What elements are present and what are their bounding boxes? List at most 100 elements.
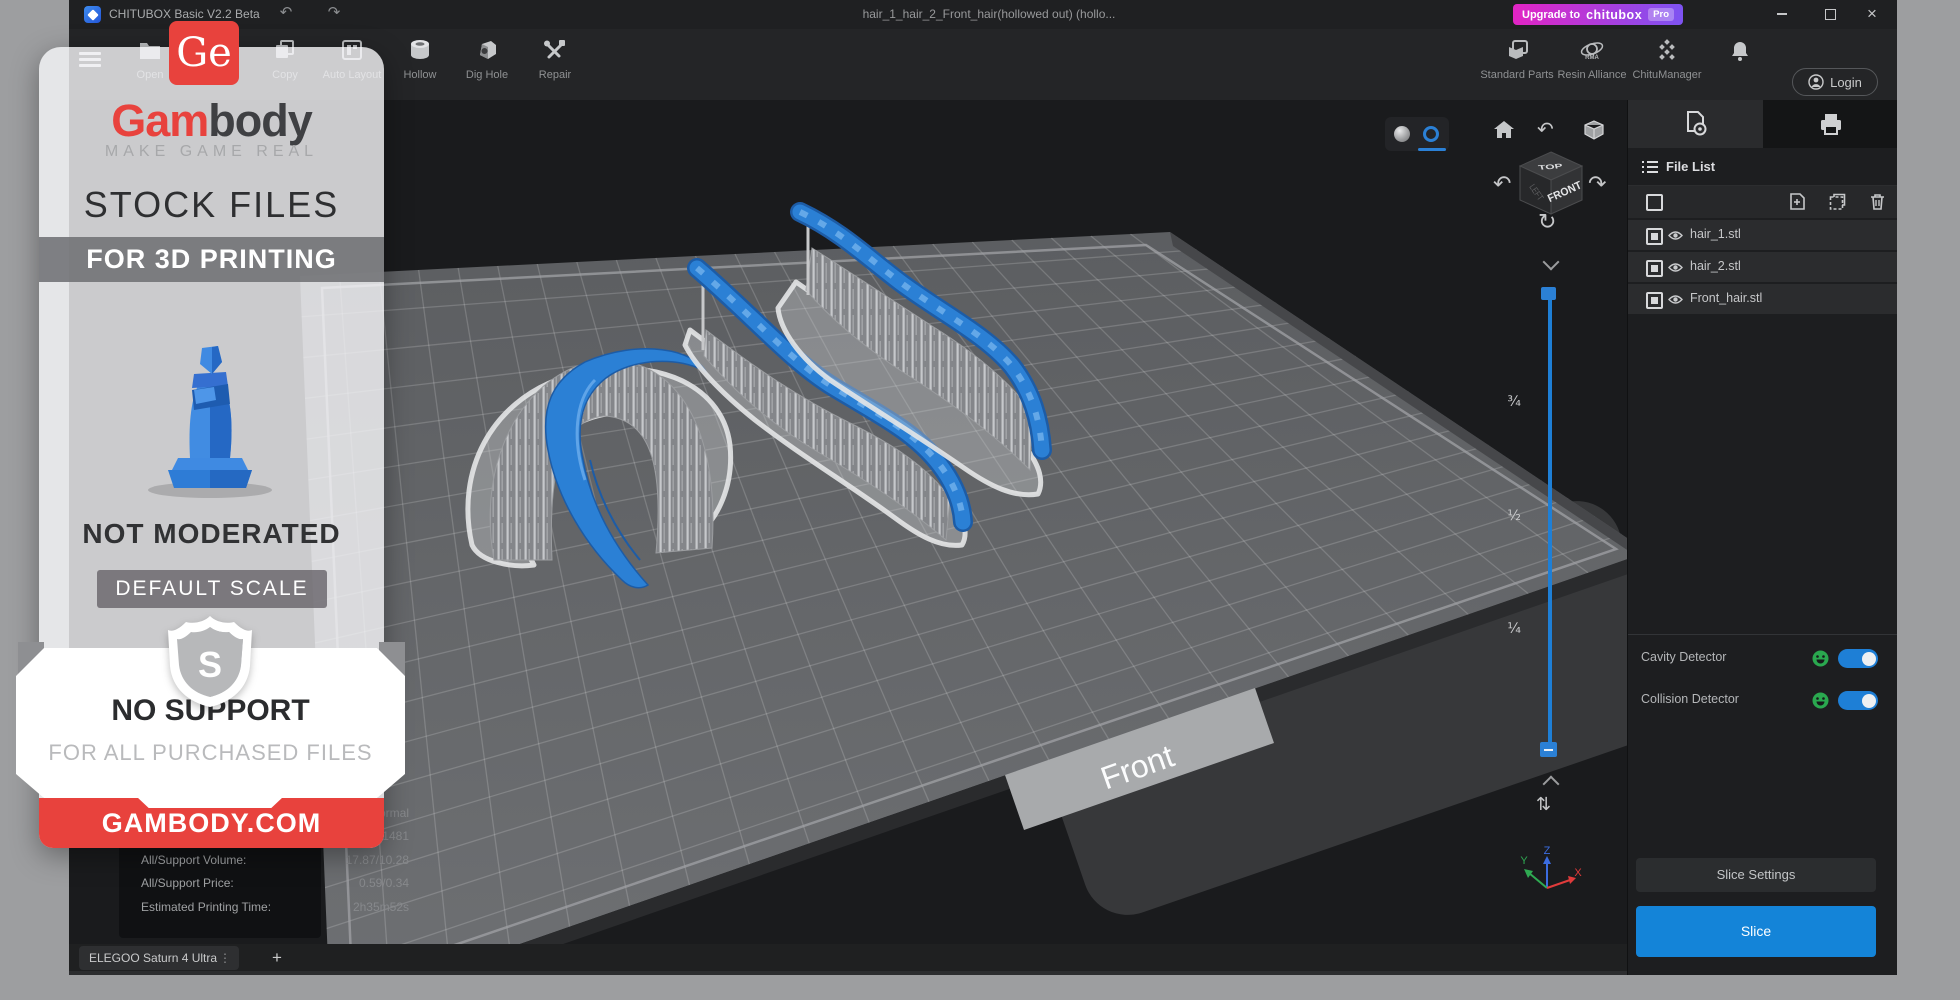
close-button[interactable]: × bbox=[1859, 4, 1885, 24]
cavity-detector-row: Cavity Detector bbox=[1628, 641, 1897, 675]
collision-ok-smiley-icon bbox=[1812, 692, 1829, 709]
file-row-hair-2[interactable]: hair_2.stl bbox=[1628, 252, 1897, 282]
file-checkbox[interactable] bbox=[1646, 292, 1663, 309]
shield-icon: S bbox=[166, 614, 254, 709]
fraction-three-quarters: ¾ bbox=[1495, 394, 1521, 410]
chitubox-brand: chitubox bbox=[1586, 8, 1642, 22]
gambody-watermark-card: Gambody MAKE GAME REAL STOCK FILES FOR 3… bbox=[39, 47, 384, 848]
bottom-divider bbox=[69, 971, 1897, 975]
slice-button[interactable]: Slice bbox=[1636, 906, 1876, 957]
collision-detector-row: Collision Detector bbox=[1628, 683, 1897, 717]
upgrade-to-pro-button[interactable]: Upgrade to chitubox Pro bbox=[1513, 4, 1683, 25]
default-scale-badge: DEFAULT SCALE bbox=[97, 570, 327, 608]
adjust-layers-icon[interactable]: ⇅ bbox=[1536, 794, 1551, 815]
repair-button[interactable]: Repair bbox=[517, 33, 593, 95]
orbit-right-icon[interactable]: ↷ bbox=[1588, 172, 1606, 197]
cavity-detector-toggle[interactable] bbox=[1838, 649, 1878, 668]
trash-icon[interactable] bbox=[1870, 193, 1885, 210]
home-view-button[interactable] bbox=[1493, 119, 1515, 146]
login-button[interactable]: Login bbox=[1792, 68, 1878, 96]
resin-alliance-icon: RMA bbox=[1579, 39, 1605, 61]
resin-alliance-button[interactable]: RMA Resin Alliance bbox=[1554, 33, 1630, 95]
standard-parts-button[interactable]: Standard Parts bbox=[1479, 33, 1555, 95]
dig-hole-icon bbox=[474, 39, 500, 61]
layer-slider-lower-handle[interactable] bbox=[1540, 742, 1557, 757]
file-checkbox[interactable] bbox=[1646, 228, 1663, 245]
collision-detector-toggle[interactable] bbox=[1838, 691, 1878, 710]
app-title: CHITUBOX Basic V2.2 Beta bbox=[109, 7, 260, 21]
axis-x-label: X bbox=[1574, 867, 1582, 879]
visibility-eye-icon[interactable] bbox=[1668, 262, 1683, 273]
fraction-half: ½ bbox=[1495, 508, 1521, 524]
home-icon bbox=[1493, 119, 1515, 141]
fraction-quarter: ¼ bbox=[1495, 621, 1521, 637]
stock-files-text: STOCK FILES bbox=[39, 184, 384, 226]
cube-icon bbox=[1583, 119, 1605, 141]
view-cube[interactable]: TOP FRONT LEFT bbox=[1515, 147, 1587, 219]
restore-button[interactable] bbox=[1817, 4, 1843, 24]
axis-y-label: Y bbox=[1520, 855, 1528, 867]
visibility-eye-icon[interactable] bbox=[1668, 294, 1683, 305]
arrange-icon[interactable] bbox=[1829, 193, 1846, 210]
gambody-brand: Gambody bbox=[39, 95, 384, 147]
dig-hole-button[interactable]: Dig Hole bbox=[449, 33, 525, 95]
file-checkbox[interactable] bbox=[1646, 260, 1663, 277]
standard-parts-icon bbox=[1505, 39, 1529, 61]
notifications-bell-icon[interactable] bbox=[1729, 40, 1751, 67]
undo-icon[interactable]: ↶ bbox=[274, 3, 298, 25]
svg-text:RMA: RMA bbox=[1585, 55, 1599, 61]
hollow-icon bbox=[407, 39, 433, 61]
chitumanager-button[interactable]: ChituManager bbox=[1629, 33, 1705, 95]
layer-slider-track[interactable] bbox=[1548, 292, 1552, 744]
file-row-hair-1[interactable]: hair_1.stl bbox=[1628, 220, 1897, 250]
solid-view-icon[interactable] bbox=[1394, 126, 1410, 142]
select-all-checkbox[interactable] bbox=[1646, 194, 1663, 211]
no-support-subtitle: FOR ALL PURCHASED FILES bbox=[16, 740, 405, 766]
redo-icon[interactable]: ↷ bbox=[322, 3, 346, 25]
file-row-front-hair[interactable]: Front_hair.stl bbox=[1628, 284, 1897, 314]
cavity-ok-smiley-icon bbox=[1812, 650, 1829, 667]
add-file-icon[interactable] bbox=[1789, 193, 1805, 210]
gambody-ge-logo: Ge bbox=[169, 21, 239, 85]
axis-z-label: Z bbox=[1544, 846, 1551, 857]
rotate-180-icon[interactable]: ↻ bbox=[1538, 210, 1556, 235]
title-bar: CHITUBOX Basic V2.2 Beta ↶ ↷ hair_1_hair… bbox=[69, 0, 1897, 29]
tab-file-settings[interactable] bbox=[1628, 100, 1763, 148]
right-panel: File List hair_1.stl hair_2.stl Front_ha… bbox=[1627, 100, 1897, 975]
shield-letter: S bbox=[198, 644, 222, 685]
banner-tab bbox=[137, 797, 283, 808]
add-printer-button[interactable]: + bbox=[265, 946, 289, 970]
slice-settings-button[interactable]: Slice Settings bbox=[1636, 858, 1876, 892]
stat-row-price: All/Support Price:0.59/0.34 bbox=[119, 872, 411, 894]
active-mode-underline bbox=[1418, 148, 1446, 151]
minimize-button[interactable] bbox=[1769, 4, 1795, 24]
file-settings-icon bbox=[1684, 111, 1708, 137]
upgrade-prefix: Upgrade to bbox=[1522, 9, 1580, 21]
panel-divider bbox=[1628, 634, 1897, 635]
list-icon bbox=[1642, 160, 1658, 174]
printer-options-icon[interactable]: ⋮ bbox=[219, 946, 231, 970]
gambody-tagline: MAKE GAME REAL bbox=[39, 143, 384, 161]
layer-slider-upper-handle[interactable] bbox=[1541, 287, 1556, 300]
tab-printer[interactable] bbox=[1763, 100, 1897, 148]
xray-view-icon[interactable] bbox=[1423, 126, 1439, 142]
statue-illustration bbox=[130, 320, 290, 500]
login-label: Login bbox=[1830, 75, 1862, 90]
printer-name: ELEGOO Saturn 4 Ultra bbox=[89, 951, 217, 965]
repair-icon bbox=[543, 39, 567, 61]
render-mode-toggle bbox=[1385, 117, 1449, 151]
file-list-title: File List bbox=[1666, 159, 1715, 174]
stat-row-time: Estimated Printing Time:2h35m52s bbox=[119, 896, 411, 918]
not-moderated-text: NOT MODERATED bbox=[39, 518, 384, 550]
rotate-view-ccw-button[interactable]: ↶ bbox=[1537, 117, 1554, 141]
visibility-eye-icon[interactable] bbox=[1668, 230, 1683, 241]
perspective-button[interactable] bbox=[1583, 119, 1605, 146]
axis-indicator: Z Y X bbox=[1518, 846, 1582, 898]
printer-tab[interactable]: ELEGOO Saturn 4 Ultra ⋮ bbox=[79, 946, 239, 970]
document-title: hair_1_hair_2_Front_hair(hollowed out) (… bbox=[669, 7, 1309, 21]
hollow-button[interactable]: Hollow bbox=[382, 33, 458, 95]
orbit-left-icon[interactable]: ↶ bbox=[1493, 172, 1511, 197]
chitubox-logo-icon bbox=[84, 6, 101, 23]
pro-badge: Pro bbox=[1648, 8, 1674, 21]
file-list-header: File List bbox=[1628, 148, 1897, 186]
